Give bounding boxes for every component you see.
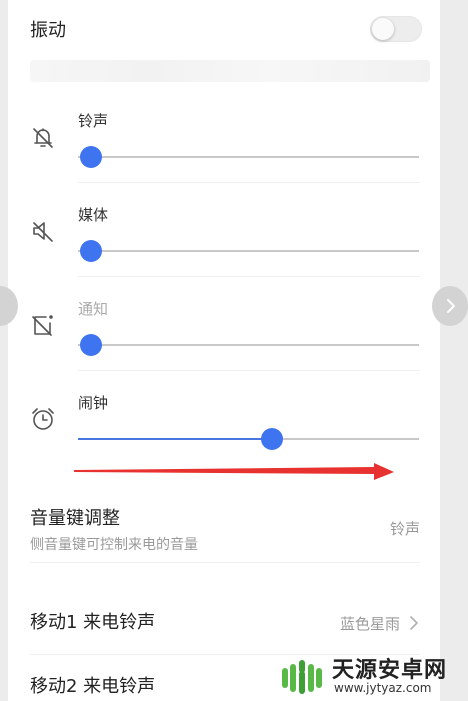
volume-label: 闹钟 xyxy=(78,394,109,412)
slider-thumb[interactable] xyxy=(260,428,283,450)
volume-label: 铃声 xyxy=(78,112,109,130)
alarm-clock-icon xyxy=(28,404,58,434)
volume-slider[interactable] xyxy=(78,240,419,262)
watermark: 天源安卓网 www.jytyaz.com xyxy=(276,650,468,701)
slider-thumb[interactable] xyxy=(80,240,102,262)
volume-row-notification: 通知 xyxy=(8,288,440,382)
next-button[interactable] xyxy=(432,286,468,326)
ringtone-sim2-title: 移动2 来电铃声 xyxy=(30,676,156,697)
red-arrow-annotation xyxy=(74,463,394,480)
ringtone-sim1-value: 蓝色星雨 xyxy=(339,615,400,633)
volume-slider[interactable] xyxy=(78,146,419,168)
volume-row-media: 媒体 xyxy=(8,194,440,288)
volume-key-value: 铃声 xyxy=(389,520,420,538)
slider-track xyxy=(78,250,419,252)
slider-track xyxy=(78,156,419,158)
slider-thumb[interactable] xyxy=(80,334,102,356)
ringtone-sim1-title: 移动1 来电铃声 xyxy=(30,612,156,633)
sound-settings-panel: 振动 铃声 媒体 通知 闹钟 音量键调整 侧音量键可控制来电的音量 铃声 移动1… xyxy=(8,0,440,701)
notification-off-icon xyxy=(28,310,58,340)
divider xyxy=(30,562,420,563)
ringtone-sim1-row[interactable]: 移动1 来电铃声 蓝色星雨 xyxy=(8,594,440,650)
vibration-toggle[interactable] xyxy=(370,16,422,42)
speaker-mute-icon xyxy=(28,216,58,246)
volume-slider[interactable] xyxy=(78,334,419,356)
volume-row-ringtone: 铃声 xyxy=(8,100,440,194)
watermark-url: www.jytyaz.com xyxy=(334,681,432,695)
volume-key-subtitle: 侧音量键可控制来电的音量 xyxy=(30,537,198,553)
chevron-left-icon xyxy=(0,296,9,316)
watermark-name: 天源安卓网 xyxy=(332,658,448,683)
volume-label: 媒体 xyxy=(78,206,109,224)
volume-slider[interactable] xyxy=(78,428,419,450)
chevron-right-icon xyxy=(408,615,420,630)
slider-fill xyxy=(78,438,272,440)
volume-label: 通知 xyxy=(78,300,109,318)
vibration-label: 振动 xyxy=(30,20,66,41)
toggle-knob xyxy=(372,18,394,40)
android-logo-icon xyxy=(282,660,322,694)
divider xyxy=(78,182,420,183)
bell-off-icon xyxy=(28,122,58,152)
blurred-strip xyxy=(30,60,430,82)
chevron-right-icon xyxy=(447,299,455,313)
divider xyxy=(78,370,420,371)
volume-key-title: 音量键调整 xyxy=(30,508,120,529)
divider xyxy=(78,276,420,277)
volume-key-row[interactable]: 音量键调整 侧音量键可控制来电的音量 铃声 xyxy=(8,494,440,564)
vibration-row[interactable]: 振动 xyxy=(8,0,440,58)
slider-track xyxy=(78,344,419,346)
slider-thumb[interactable] xyxy=(80,146,102,168)
